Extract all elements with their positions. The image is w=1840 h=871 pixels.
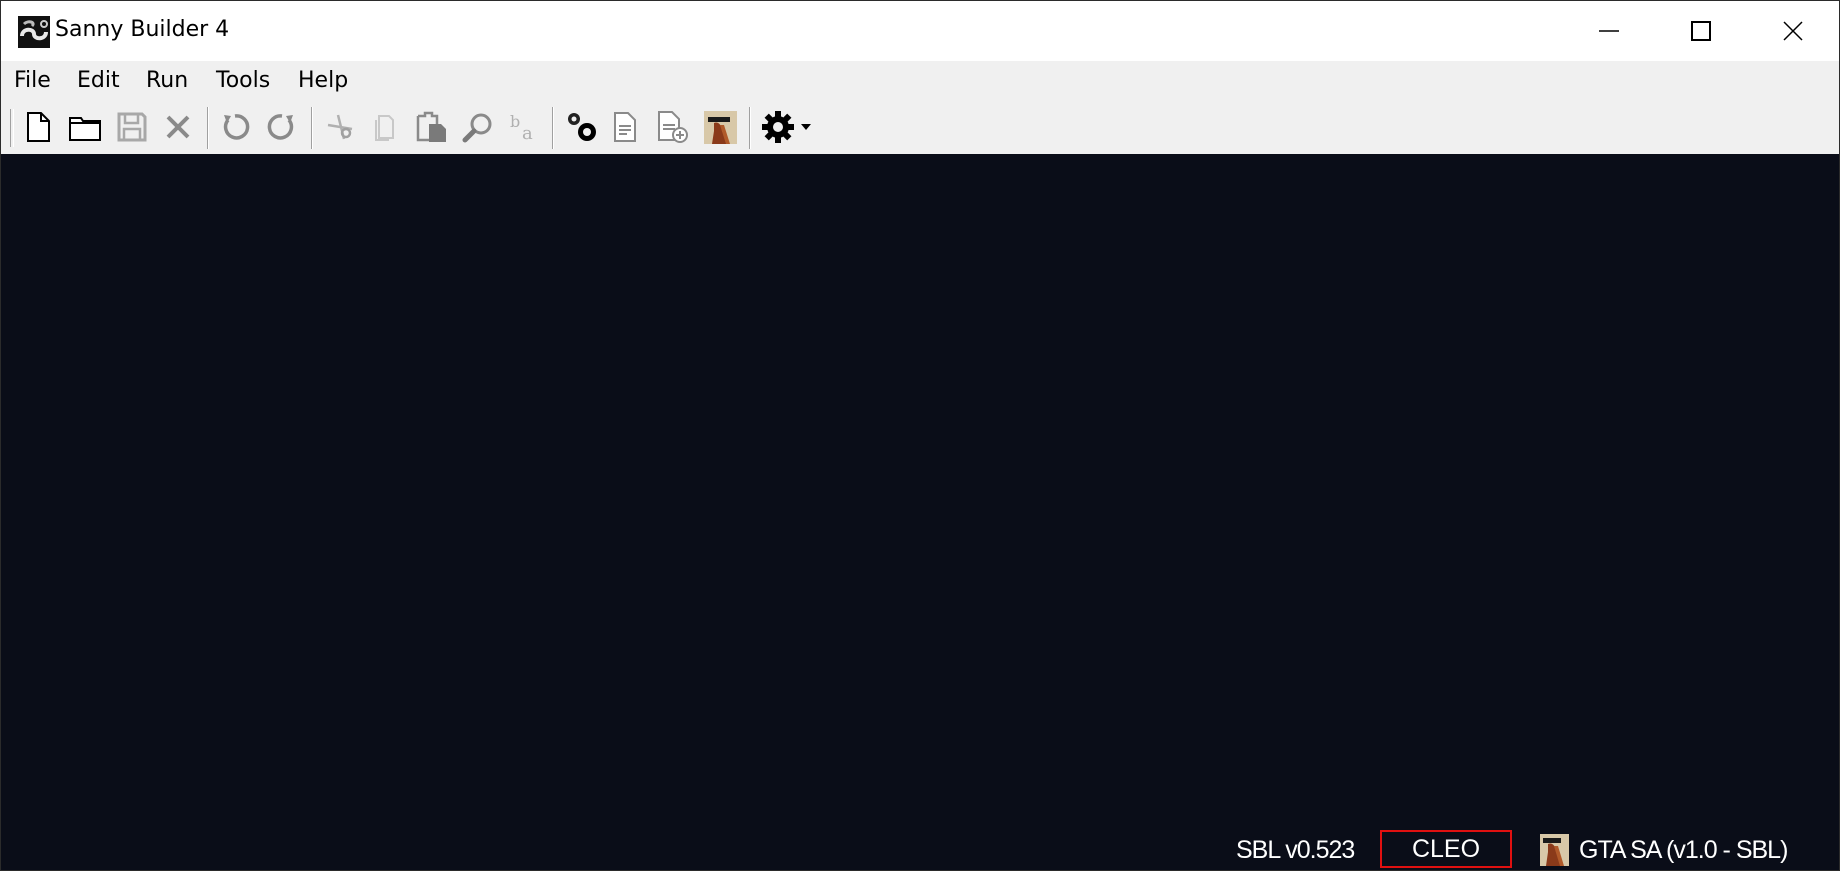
options-dropdown-button[interactable]	[796, 109, 816, 145]
gear-icon	[762, 111, 794, 143]
cut-button[interactable]	[322, 109, 358, 145]
save-icon	[117, 112, 147, 142]
redo-button[interactable]	[264, 109, 300, 145]
caret-down-icon	[801, 124, 811, 130]
replace-icon: ba	[510, 112, 533, 143]
close-file-button[interactable]	[160, 109, 196, 145]
document-button[interactable]	[607, 109, 643, 145]
toolbar-separator	[311, 107, 313, 149]
new-file-icon	[27, 112, 50, 142]
undo-icon	[223, 114, 250, 140]
app-logo-icon	[18, 16, 50, 48]
menu-tools[interactable]: Tools	[216, 68, 270, 93]
game-edition[interactable]: GTA SA (v1.0 - SBL)	[1579, 836, 1788, 865]
document-icon	[614, 112, 636, 142]
toolbar-separator	[207, 107, 209, 149]
mode-indicator[interactable]: CLEO	[1380, 830, 1512, 868]
game-mode-button[interactable]	[702, 109, 738, 145]
svg-text:a: a	[522, 123, 533, 143]
game-avatar-icon	[703, 110, 737, 144]
app-window: Sanny Builder 4 File Edit Run Tools Help	[0, 0, 1840, 871]
new-file-button[interactable]	[20, 109, 56, 145]
minimize-button[interactable]	[1563, 1, 1655, 61]
menu-edit[interactable]: Edit	[77, 68, 120, 93]
toolbar: ba	[1, 101, 1839, 154]
toolbar-separator	[552, 107, 554, 149]
open-file-button[interactable]	[67, 109, 103, 145]
paste-button[interactable]	[414, 109, 450, 145]
title-bar: Sanny Builder 4	[1, 1, 1839, 61]
document-add-icon	[658, 111, 688, 143]
undo-button[interactable]	[217, 109, 253, 145]
menu-bar: File Edit Run Tools Help	[1, 61, 1839, 101]
scissors-icon	[327, 114, 353, 140]
options-button[interactable]	[760, 109, 796, 145]
menu-run[interactable]: Run	[146, 68, 188, 93]
window-title: Sanny Builder 4	[55, 17, 230, 42]
status-bar: SBL v0.523 CLEO GTA SA (v1.0 - SBL)	[1, 830, 1839, 870]
copy-icon	[375, 115, 394, 141]
maximize-icon	[1691, 21, 1711, 41]
close-button[interactable]	[1747, 1, 1839, 61]
menu-file[interactable]: File	[14, 68, 51, 93]
minimize-icon	[1599, 30, 1619, 32]
save-button[interactable]	[114, 109, 150, 145]
svg-text:b: b	[510, 112, 520, 131]
menu-help[interactable]: Help	[298, 68, 348, 93]
gears-icon	[568, 113, 596, 141]
mode-label: CLEO	[1411, 834, 1481, 863]
magnifier-icon	[462, 113, 492, 143]
game-icon	[1540, 834, 1569, 866]
find-button[interactable]	[460, 109, 496, 145]
open-folder-icon	[69, 117, 101, 141]
close-file-icon	[166, 115, 190, 139]
compiler-version: SBL v0.523	[1236, 836, 1355, 864]
add-document-button[interactable]	[655, 109, 691, 145]
toolbar-separator	[749, 107, 751, 149]
redo-icon	[267, 114, 294, 140]
code-editor[interactable]	[1, 154, 1839, 870]
maximize-button[interactable]	[1655, 1, 1747, 61]
replace-button[interactable]: ba	[506, 109, 542, 145]
compile-button[interactable]	[564, 109, 600, 145]
close-icon	[1783, 21, 1803, 41]
toolbar-grip[interactable]	[10, 109, 14, 147]
paste-icon	[416, 111, 446, 142]
copy-button[interactable]	[367, 109, 403, 145]
